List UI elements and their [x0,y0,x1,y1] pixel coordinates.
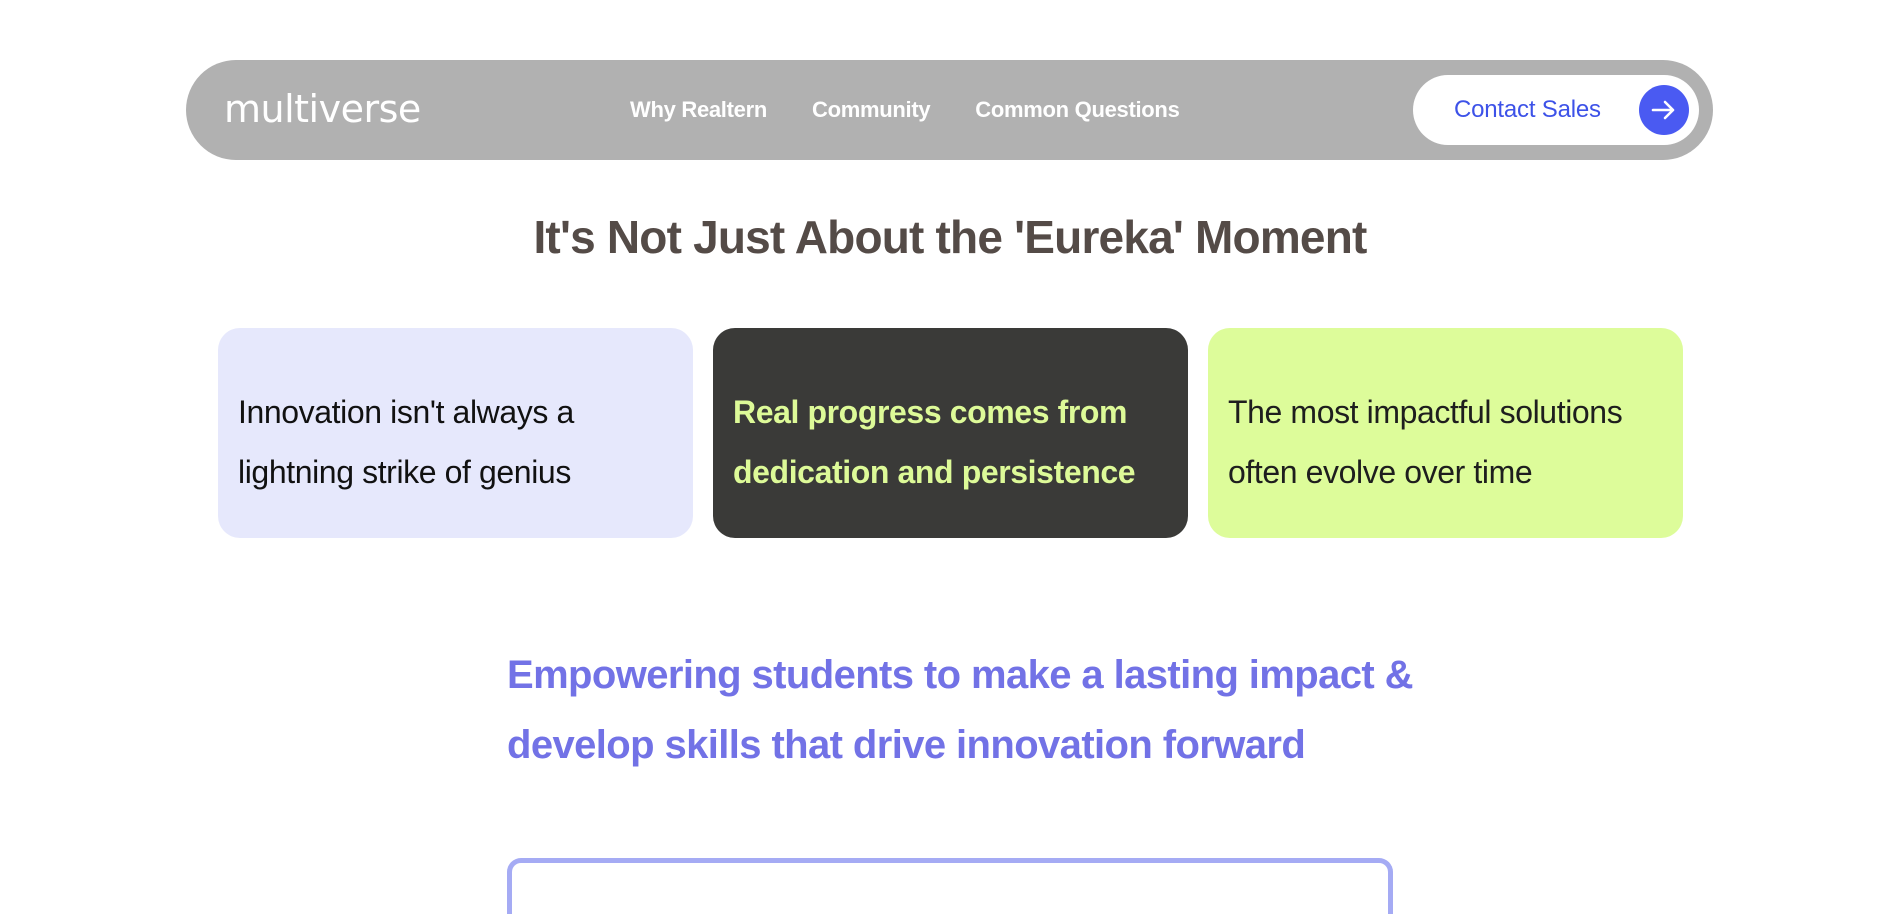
card-text-line-2: lightning strike of genius [238,454,571,490]
card-innovation: Innovation isn't always a lightning stri… [218,328,693,538]
section-headline: It's Not Just About the 'Eureka' Moment [533,211,1367,263]
logo[interactable]: multiverse [224,84,421,134]
arrow-right-icon [1639,85,1689,135]
card-text-line-1: Real progress comes from [733,394,1128,430]
contact-sales-label: Contact Sales [1454,96,1601,123]
card-text-line-2: often evolve over time [1228,454,1533,490]
card-solutions: The most impactful solutions often evolv… [1208,328,1683,538]
empower-statement: Empowering students to make a lasting im… [507,640,1427,780]
empower-line-2: develop skills that drive innovation for… [507,723,1306,767]
page: multiverse Why Realtern Community Common… [0,0,1891,914]
card-text-line-1: The most impactful solutions [1228,394,1623,430]
contact-sales-button[interactable]: Contact Sales [1413,75,1699,145]
nav-link-why-realtern[interactable]: Why Realtern [630,94,767,126]
card-progress: Real progress comes from dedication and … [713,328,1188,538]
empower-line-1: Empowering students to make a lasting im… [507,653,1414,697]
nav-link-community[interactable]: Community [812,94,931,126]
nav-links: Why Realtern Community Common Questions [630,94,1180,126]
card-text-line-1: Innovation isn't always a [238,394,574,430]
top-nav: multiverse Why Realtern Community Common… [186,60,1713,160]
nav-link-common-questions[interactable]: Common Questions [975,94,1180,126]
card-text-line-2: dedication and persistence [733,454,1136,490]
content-box[interactable] [507,858,1393,914]
